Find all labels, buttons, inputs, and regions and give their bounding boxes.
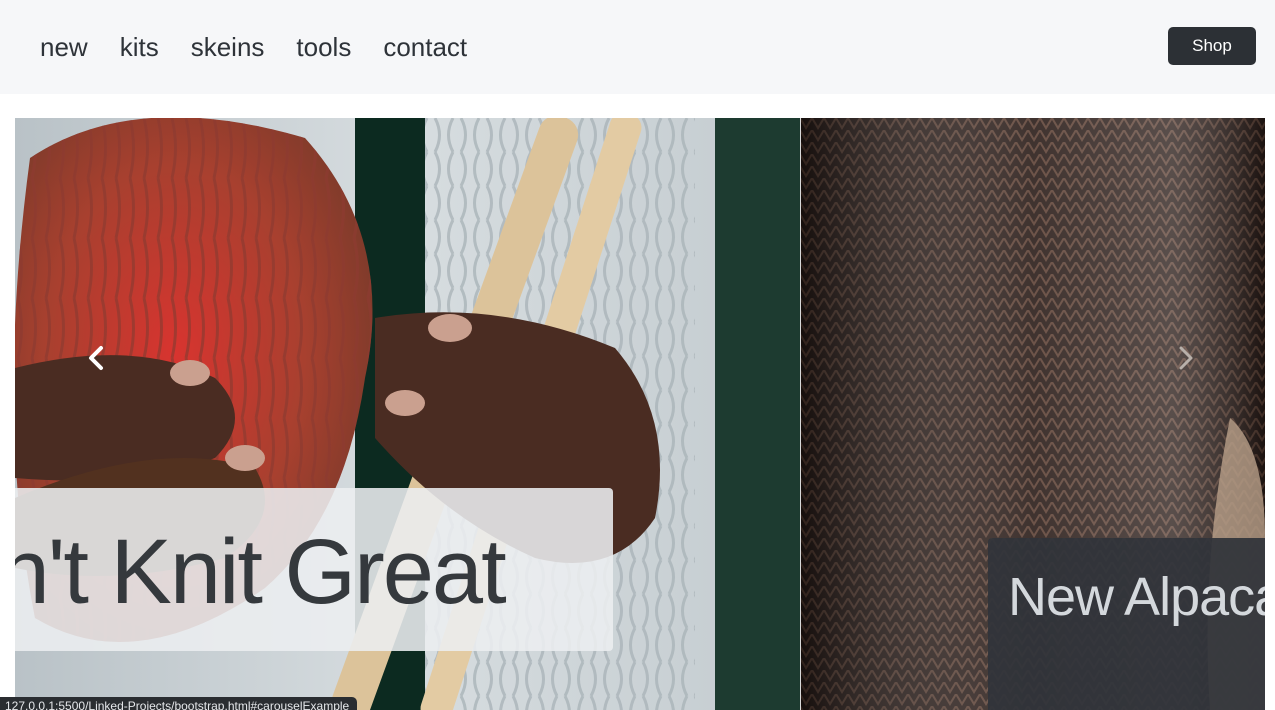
nav-link-new[interactable]: new xyxy=(40,28,88,66)
navbar: new kits skeins tools contact Shop xyxy=(0,0,1275,94)
browser-status-url: 127.0.0.1:5500/Linked-Projects/bootstrap… xyxy=(0,697,358,710)
nav-link-skeins[interactable]: skeins xyxy=(191,28,265,66)
nav-link-contact[interactable]: contact xyxy=(383,28,467,66)
carousel-prev-control[interactable] xyxy=(77,338,117,378)
carousel-slide-1: Don't Knit Great xyxy=(15,118,800,710)
carousel-caption-1: Don't Knit Great xyxy=(15,488,613,651)
carousel: Don't Knit Great xyxy=(15,118,1265,710)
carousel-next-control[interactable] xyxy=(1165,338,1205,378)
carousel-caption-1-text: Don't Knit Great xyxy=(15,521,507,623)
carousel-slide-2: New Alpaca xyxy=(800,118,1265,710)
nav-link-kits[interactable]: kits xyxy=(120,28,159,66)
carousel-caption-2: New Alpaca xyxy=(988,538,1265,710)
nav-links: new kits skeins tools contact xyxy=(40,28,467,66)
nav-link-tools[interactable]: tools xyxy=(296,28,351,66)
shop-button[interactable]: Shop xyxy=(1168,27,1256,65)
carousel-caption-2-text: New Alpaca xyxy=(1008,567,1265,627)
slide-divider xyxy=(800,118,801,710)
